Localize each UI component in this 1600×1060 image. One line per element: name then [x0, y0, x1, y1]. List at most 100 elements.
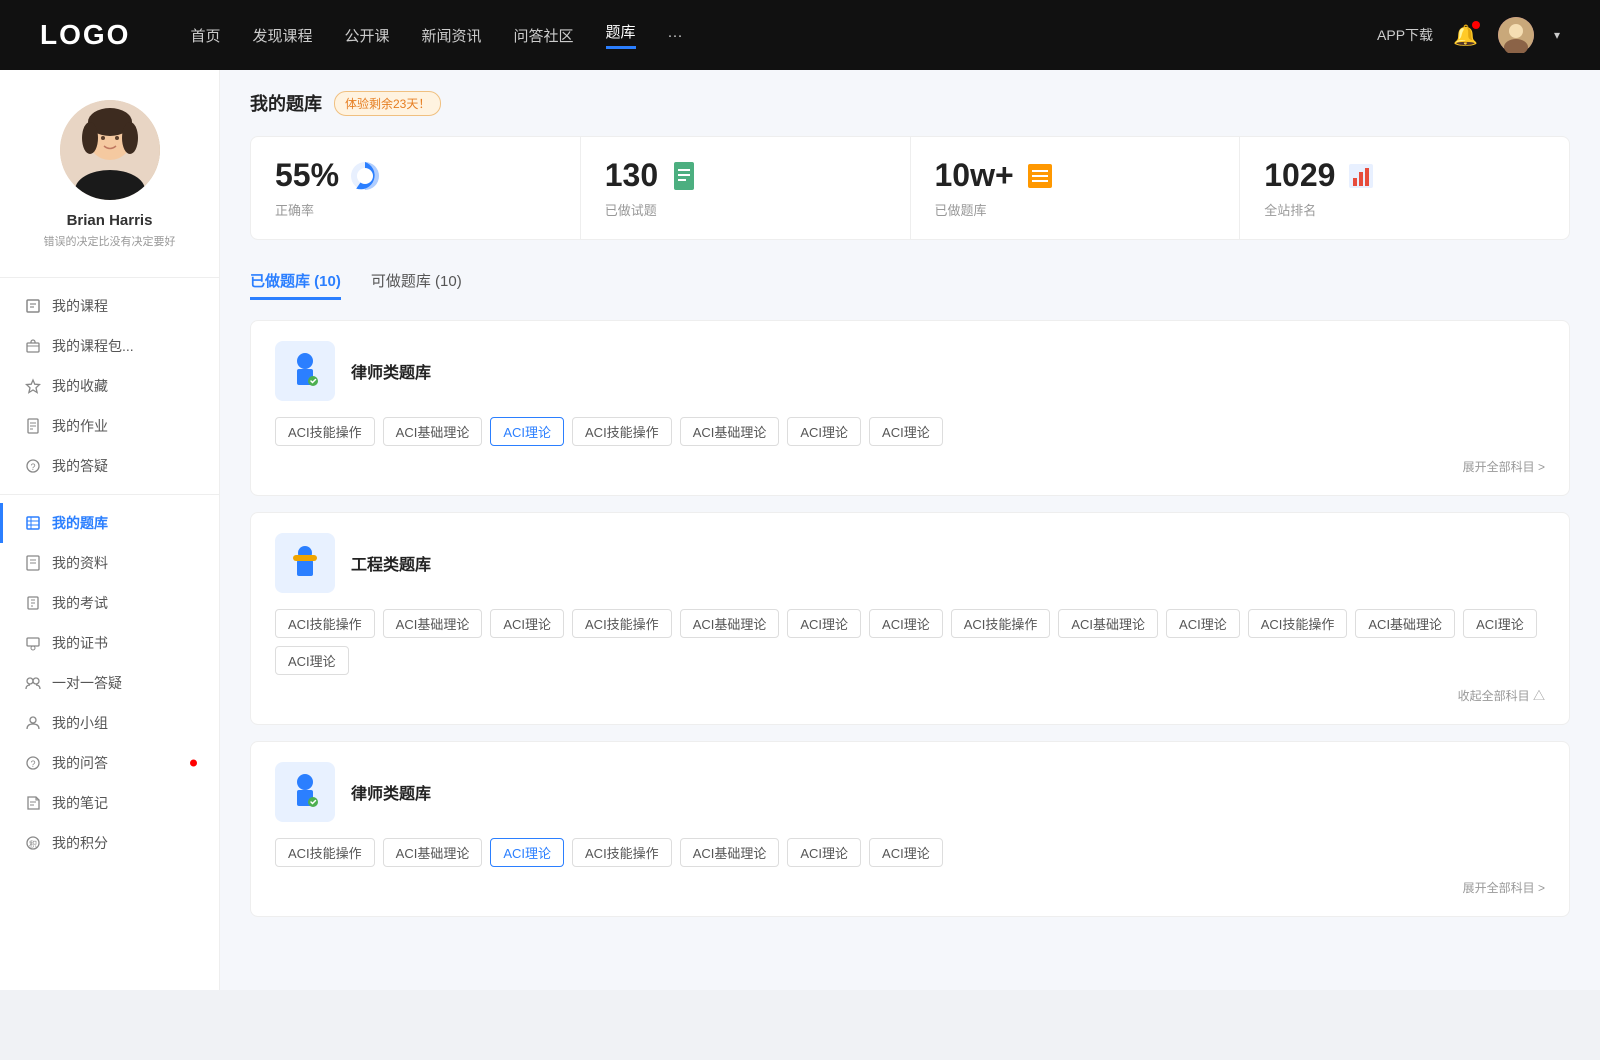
- page-title: 我的题库: [250, 90, 322, 116]
- tag-1-3[interactable]: ACI技能操作: [572, 609, 672, 638]
- sidebar-item-8[interactable]: 我的证书: [0, 623, 219, 663]
- sidebar-item-label-11: 我的问答: [52, 753, 108, 773]
- sidebar-item-12[interactable]: 我的笔记: [0, 783, 219, 823]
- sidebar-item-label-9: 一对一答疑: [52, 673, 122, 693]
- nav-link-问答社区[interactable]: 问答社区: [514, 25, 574, 46]
- sidebar-item-2[interactable]: 我的收藏: [0, 366, 219, 406]
- sidebar-item-1[interactable]: 我的课程包...: [0, 326, 219, 366]
- svg-text:?: ?: [30, 462, 35, 472]
- tag-1-11[interactable]: ACI基础理论: [1355, 609, 1455, 638]
- sidebar-avatar: [60, 100, 160, 200]
- tag-2-1[interactable]: ACI基础理论: [383, 838, 483, 867]
- tab-0[interactable]: 已做题库 (10): [250, 264, 341, 300]
- tag-0-0[interactable]: ACI技能操作: [275, 417, 375, 446]
- tag-2-2[interactable]: ACI理论: [490, 838, 564, 867]
- tag-1-10[interactable]: ACI技能操作: [1248, 609, 1348, 638]
- sidebar-item-4[interactable]: ?我的答疑: [0, 446, 219, 486]
- tag-0-1[interactable]: ACI基础理论: [383, 417, 483, 446]
- sidebar-item-7[interactable]: 我的考试: [0, 583, 219, 623]
- tag-2-4[interactable]: ACI基础理论: [680, 838, 780, 867]
- sidebar-item-3[interactable]: 我的作业: [0, 406, 219, 446]
- qbank-footer-1: 收起全部科目 △: [275, 687, 1545, 704]
- tag-2-3[interactable]: ACI技能操作: [572, 838, 672, 867]
- expand-button[interactable]: 展开全部科目 >: [1463, 458, 1545, 475]
- tag-1-12[interactable]: ACI理论: [1463, 609, 1537, 638]
- user-dropdown-arrow[interactable]: ▾: [1554, 28, 1560, 42]
- qbank-title-1: 工程类题库: [351, 551, 431, 575]
- group-icon: [24, 714, 42, 732]
- cert-icon: [24, 634, 42, 652]
- qbank-footer-2: 展开全部科目 >: [275, 879, 1545, 896]
- exam-icon: [24, 594, 42, 612]
- sidebar-item-13[interactable]: 积我的积分: [0, 823, 219, 863]
- nav-link-公开课[interactable]: 公开课: [344, 25, 389, 46]
- tag-1-2[interactable]: ACI理论: [490, 609, 564, 638]
- qbank-header-0: 律师类题库: [275, 341, 1545, 401]
- course-icon: [24, 297, 42, 315]
- sidebar-item-11[interactable]: ?我的问答: [0, 743, 219, 783]
- homework-icon: [24, 417, 42, 435]
- tab-1[interactable]: 可做题库 (10): [371, 264, 462, 300]
- stat-value-0: 55%: [275, 157, 339, 194]
- nav-link-新闻资讯[interactable]: 新闻资讯: [422, 25, 482, 46]
- main-content: 我的题库 体验剩余23天！ 55% 正确率130 已做试题10w+ 已做题库10…: [220, 70, 1600, 990]
- sidebar-item-5[interactable]: 我的题库: [0, 503, 219, 543]
- tag-1-7[interactable]: ACI技能操作: [951, 609, 1051, 638]
- nav-link-首页[interactable]: 首页: [190, 25, 220, 46]
- tag-1-4[interactable]: ACI基础理论: [680, 609, 780, 638]
- sidebar-item-label-3: 我的作业: [52, 416, 108, 436]
- sidebar-item-label-10: 我的小组: [52, 713, 108, 733]
- tag-1-6[interactable]: ACI理论: [869, 609, 943, 638]
- qbank-tags-0: ACI技能操作ACI基础理论ACI理论ACI技能操作ACI基础理论ACI理论AC…: [275, 417, 1545, 446]
- tag-1-13[interactable]: ACI理论: [275, 646, 349, 675]
- qbank-title-text-0: 律师类题库: [351, 359, 431, 383]
- navbar: LOGO 首页 发现课程 公开课 新闻资讯 问答社区 题库 ··· APP下载 🔔 ▾: [0, 0, 1600, 70]
- tag-0-4[interactable]: ACI基础理论: [680, 417, 780, 446]
- stat-item-1: 130 已做试题: [581, 137, 911, 239]
- tag-1-9[interactable]: ACI理论: [1166, 609, 1240, 638]
- stat-label-1: 已做试题: [605, 200, 886, 219]
- nav-link-发现课程[interactable]: 发现课程: [252, 25, 312, 46]
- sidebar-item-10[interactable]: 我的小组: [0, 703, 219, 743]
- sidebar-item-0[interactable]: 我的课程: [0, 286, 219, 326]
- expand-button[interactable]: 展开全部科目 >: [1463, 879, 1545, 896]
- nav-link-···[interactable]: ···: [668, 27, 683, 44]
- notification-dot-sidebar: [190, 760, 197, 767]
- oneone-icon: [24, 674, 42, 692]
- points-icon: 积: [24, 834, 42, 852]
- tag-1-5[interactable]: ACI理论: [787, 609, 861, 638]
- stat-label-0: 正确率: [275, 200, 556, 219]
- app-download-button[interactable]: APP下载: [1377, 25, 1433, 45]
- package-icon: [24, 337, 42, 355]
- doc-icon: [668, 160, 700, 192]
- rank-icon: [1345, 160, 1377, 192]
- sidebar-item-9[interactable]: 一对一答疑: [0, 663, 219, 703]
- tag-1-0[interactable]: ACI技能操作: [275, 609, 375, 638]
- tag-2-0[interactable]: ACI技能操作: [275, 838, 375, 867]
- collapse-button[interactable]: 收起全部科目 △: [1458, 687, 1545, 704]
- tag-1-8[interactable]: ACI基础理论: [1058, 609, 1158, 638]
- nav-link-题库[interactable]: 题库: [606, 21, 636, 49]
- notification-bell[interactable]: 🔔: [1453, 23, 1478, 48]
- logo[interactable]: LOGO: [40, 19, 130, 51]
- sidebar-item-label-5: 我的题库: [52, 513, 108, 533]
- tag-0-2[interactable]: ACI理论: [490, 417, 564, 446]
- sidebar-username: Brian Harris: [67, 212, 153, 229]
- tag-0-5[interactable]: ACI理论: [787, 417, 861, 446]
- qbank-card-1: 工程类题库ACI技能操作ACI基础理论ACI理论ACI技能操作ACI基础理论AC…: [250, 512, 1570, 725]
- tag-2-6[interactable]: ACI理论: [869, 838, 943, 867]
- tag-1-1[interactable]: ACI基础理论: [383, 609, 483, 638]
- sidebar-item-6[interactable]: 我的资料: [0, 543, 219, 583]
- user-avatar[interactable]: [1498, 17, 1534, 53]
- sidebar-divider-2: [0, 494, 219, 495]
- qbank-header-1: 工程类题库: [275, 533, 1545, 593]
- material-icon: [24, 554, 42, 572]
- star-icon: [24, 377, 42, 395]
- tabs: 已做题库 (10) 可做题库 (10): [250, 264, 1570, 300]
- tag-2-5[interactable]: ACI理论: [787, 838, 861, 867]
- sidebar-motto: 错误的决定比没有决定要好: [34, 233, 186, 249]
- stat-label-2: 已做题库: [935, 200, 1216, 219]
- tag-0-3[interactable]: ACI技能操作: [572, 417, 672, 446]
- tag-0-6[interactable]: ACI理论: [869, 417, 943, 446]
- engineer-icon: [275, 533, 335, 593]
